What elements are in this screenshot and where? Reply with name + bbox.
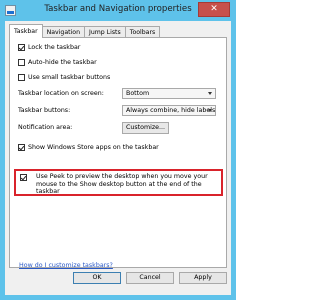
help-link[interactable]: How do I customize taskbars? [19,262,113,269]
store-apps-option[interactable]: Show Windows Store apps on the taskbar [18,144,159,151]
taskbar-tab-panel: Lock the taskbar Auto-hide the taskbar U… [9,37,227,269]
ok-button[interactable]: OK [73,272,121,284]
tab-taskbar[interactable]: Taskbar [9,24,43,38]
small-buttons-label: Use small taskbar buttons [28,74,111,81]
lock-taskbar-option[interactable]: Lock the taskbar [18,44,80,51]
store-apps-checkbox[interactable] [18,144,25,151]
peek-checkbox[interactable] [20,174,27,181]
location-dropdown[interactable]: Bottom [122,88,216,99]
auto-hide-checkbox[interactable] [18,59,25,66]
lock-taskbar-checkbox[interactable] [18,44,25,51]
cancel-button[interactable]: Cancel [126,272,174,284]
lock-taskbar-label: Lock the taskbar [28,44,81,51]
properties-window: Taskbar and Navigation properties ✕ Task… [0,0,236,300]
taskbar-buttons-dropdown[interactable]: Always combine, hide labels [122,105,216,116]
chevron-down-icon [208,92,212,95]
notification-area-label: Notification area: [18,124,73,131]
auto-hide-label: Auto-hide the taskbar [28,59,97,66]
peek-highlight-box: Use Peek to preview the desktop when you… [14,169,223,196]
taskbar-buttons-label: Taskbar buttons: [18,107,71,114]
customize-button[interactable]: Customize... [122,122,169,134]
chevron-down-icon [208,109,212,112]
store-apps-label: Show Windows Store apps on the taskbar [28,144,159,151]
close-button[interactable]: ✕ [198,2,230,17]
taskbar-buttons-value: Always combine, hide labels [126,107,216,114]
location-value: Bottom [126,90,150,97]
peek-label[interactable]: Use Peek to preview the desktop when you… [36,173,226,196]
dialog-body: Taskbar Navigation Jump Lists Toolbars L… [5,21,231,295]
small-buttons-option[interactable]: Use small taskbar buttons [18,74,110,81]
apply-button[interactable]: Apply [179,272,227,284]
small-buttons-checkbox[interactable] [18,74,25,81]
title-bar[interactable]: Taskbar and Navigation properties ✕ [0,0,236,21]
location-label: Taskbar location on screen: [18,90,104,97]
auto-hide-option[interactable]: Auto-hide the taskbar [18,59,97,66]
